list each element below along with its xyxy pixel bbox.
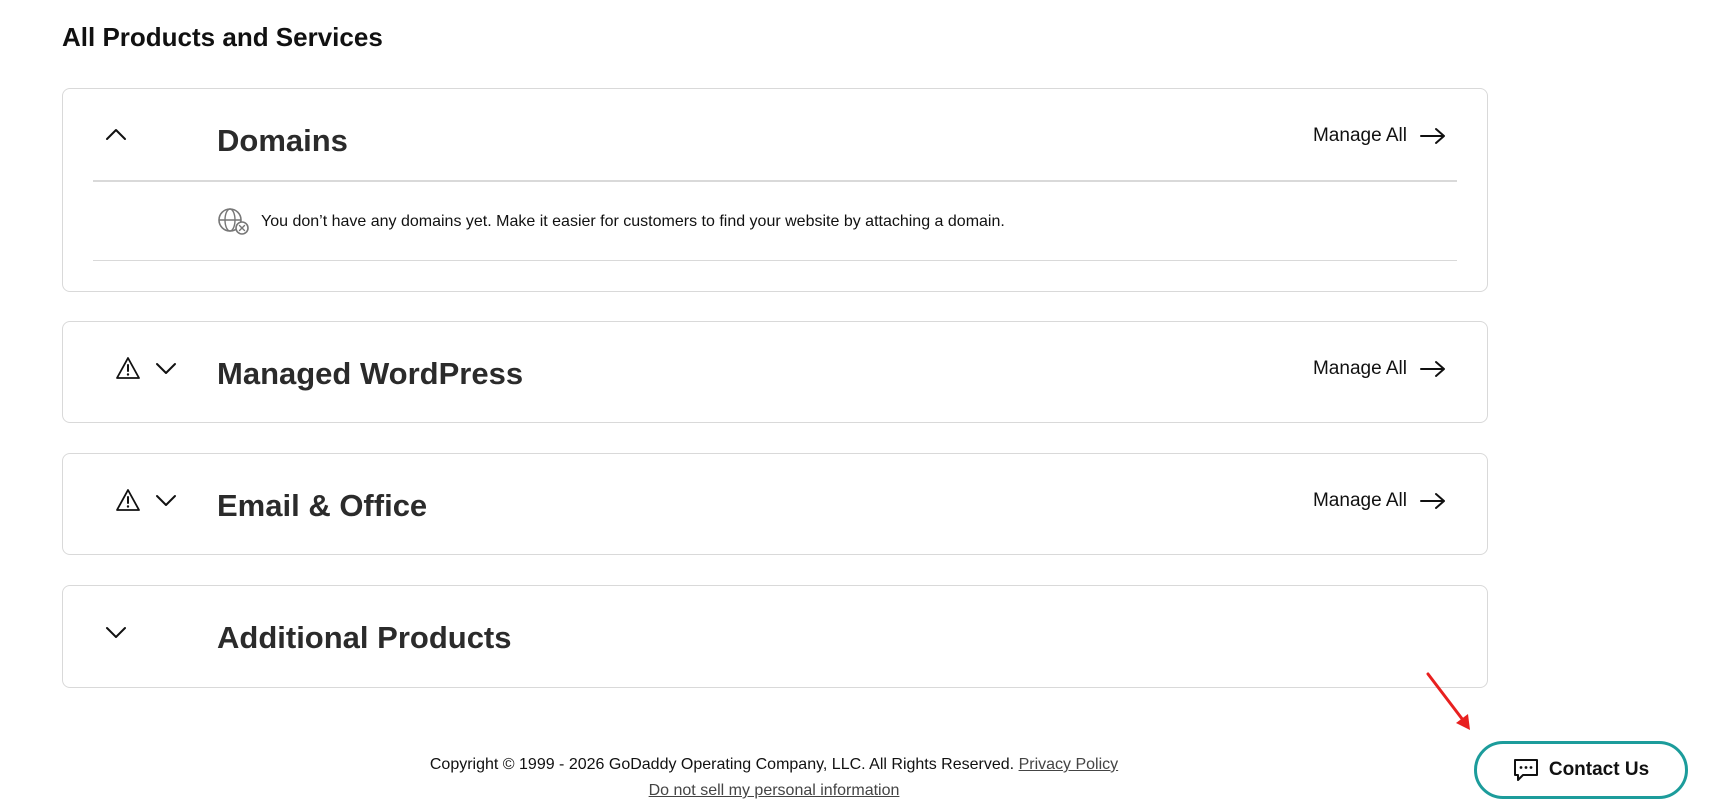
warning-triangle-icon xyxy=(115,356,141,380)
card-title-wordpress: Managed WordPress xyxy=(217,356,524,391)
globe-x-icon xyxy=(218,208,249,235)
card-footer-divider xyxy=(93,260,1457,261)
card-title-email: Email & Office xyxy=(217,488,428,523)
card-header-divider xyxy=(93,180,1457,182)
manage-all-email-link[interactable]: Manage All xyxy=(1313,490,1447,512)
copyright-text: Copyright © 1999 - 2026 GoDaddy Operatin… xyxy=(429,756,1015,773)
card-title-additional: Additional Products xyxy=(217,620,512,655)
chevron-down-icon[interactable] xyxy=(105,626,127,640)
page-title: All Products and Services xyxy=(62,22,383,52)
arrow-right-icon xyxy=(1420,128,1445,144)
product-card-additional: Additional Products xyxy=(62,585,1488,688)
chat-bubble-icon xyxy=(1513,759,1538,781)
manage-all-label: Manage All xyxy=(1312,490,1407,511)
card-title-domains: Domains xyxy=(217,123,348,158)
chevron-down-icon[interactable] xyxy=(155,494,177,508)
domains-empty-state: You don’t have any domains yet. Make it … xyxy=(217,207,1005,237)
products-page: All Products and Services Domains Manage… xyxy=(0,0,1710,807)
privacy-policy-link[interactable]: Privacy Policy xyxy=(1019,756,1119,773)
annotation-arrow-icon xyxy=(1426,672,1470,730)
footer-privacy-line: Do not sell my personal information xyxy=(0,782,1548,800)
manage-all-wordpress-link[interactable]: Manage All xyxy=(1313,358,1447,380)
product-card-wordpress: Managed WordPress Manage All xyxy=(62,321,1488,423)
contact-us-button[interactable]: Contact Us xyxy=(1474,741,1688,799)
domains-empty-message: You don’t have any domains yet. Make it … xyxy=(261,213,1005,230)
arrow-right-icon xyxy=(1420,493,1445,509)
chevron-up-icon[interactable] xyxy=(105,127,127,141)
product-card-email: Email & Office Manage All xyxy=(62,453,1488,555)
manage-all-label: Manage All xyxy=(1312,125,1407,146)
manage-all-label: Manage All xyxy=(1312,358,1407,379)
product-card-domains: Domains Manage All You don’t have any do… xyxy=(62,88,1488,292)
warning-triangle-icon xyxy=(115,488,141,512)
manage-all-domains-link[interactable]: Manage All xyxy=(1313,125,1447,147)
contact-us-label: Contact Us xyxy=(1548,759,1650,780)
do-not-sell-link[interactable]: Do not sell my personal information xyxy=(649,782,900,799)
arrow-right-icon xyxy=(1420,361,1445,377)
chevron-down-icon[interactable] xyxy=(155,362,177,376)
footer-copyright-line: Copyright © 1999 - 2026 GoDaddy Operatin… xyxy=(0,756,1548,774)
